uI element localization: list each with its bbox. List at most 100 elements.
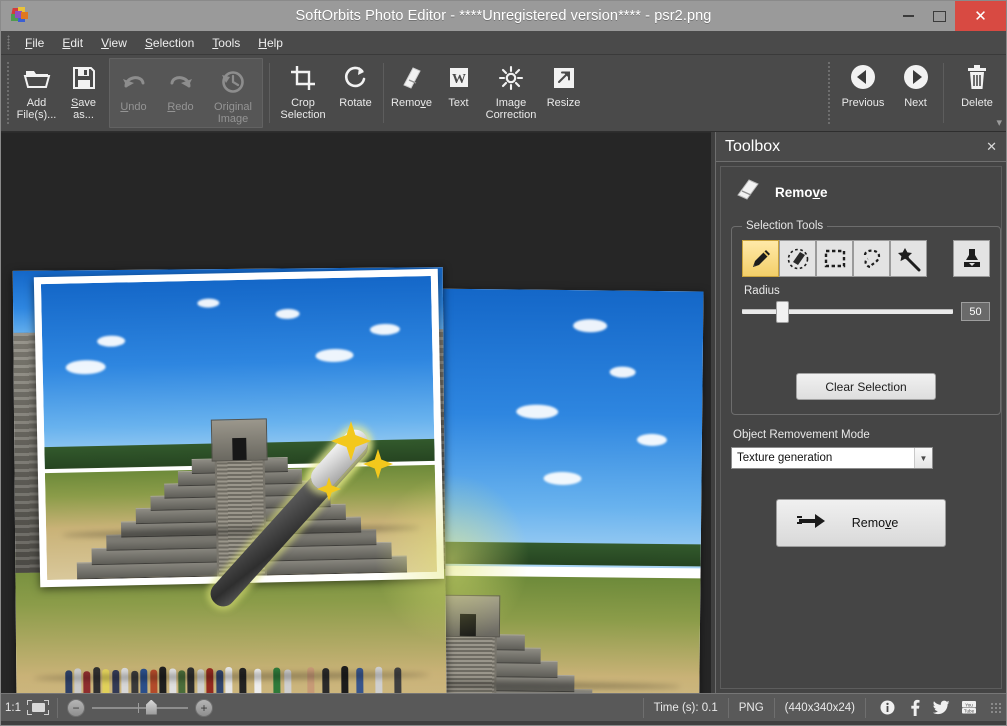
image-format-label: PNG: [728, 698, 774, 718]
zoom-slider-track[interactable]: [92, 707, 188, 709]
app-logo-icon: [6, 5, 32, 27]
zoom-in-button[interactable]: +: [195, 699, 213, 717]
text-w-icon: W: [447, 62, 471, 94]
remove-action-button[interactable]: Remove: [776, 499, 946, 547]
zoom-ratio-label[interactable]: 1:1: [5, 702, 21, 714]
radius-slider-thumb[interactable]: [776, 301, 789, 323]
radius-label: Radius: [744, 285, 990, 297]
window-title: SoftOrbits Photo Editor - ****Unregister…: [1, 8, 1006, 24]
zoom-out-button[interactable]: −: [67, 699, 85, 717]
original-image-label-1: Original: [214, 101, 252, 113]
toolbar-image-correction[interactable]: Image Correction: [482, 55, 540, 131]
selection-tool-row: [742, 240, 990, 277]
window-controls: ✕: [893, 1, 1006, 31]
radius-slider[interactable]: [742, 303, 953, 321]
youtube-icon[interactable]: You Tube: [960, 699, 977, 716]
twitter-icon[interactable]: [933, 699, 950, 716]
svg-text:Tube: Tube: [963, 708, 974, 713]
brightness-sun-icon: [497, 62, 525, 94]
toolbar-save-as[interactable]: Saveas...: [60, 55, 107, 131]
rotate-label: Rotate: [339, 97, 371, 109]
crop-label-2: Selection: [280, 109, 325, 121]
image-correction-label-1: Image: [496, 97, 527, 109]
menu-tools[interactable]: Tools: [203, 34, 249, 52]
zoom-slider-thumb[interactable]: [146, 700, 157, 715]
toolbox-header: Toolbox ✕: [716, 132, 1006, 162]
magic-wand-tool-button[interactable]: [890, 240, 927, 277]
window-resize-grip[interactable]: [990, 702, 1002, 714]
radius-row: 50: [742, 302, 990, 321]
toolbar-text[interactable]: W Text: [435, 55, 482, 131]
fit-to-window-icon[interactable]: [27, 700, 49, 715]
processing-time-label: Time (s): 0.1: [643, 698, 728, 718]
info-icon[interactable]: [879, 699, 896, 716]
stamp-tool-button[interactable]: [953, 240, 990, 277]
previous-label: Previous: [842, 97, 885, 109]
clear-selection-button[interactable]: Clear Selection: [796, 373, 936, 400]
menu-grip-handle[interactable]: [7, 35, 10, 50]
toolbar-redo[interactable]: Redo: [157, 59, 204, 127]
brush-tool-button[interactable]: [742, 240, 779, 277]
object-removement-mode-select[interactable]: Texture generation ▼: [731, 447, 933, 469]
main-toolbar: Add File(s)... Saveas...: [1, 55, 1006, 132]
toolbar-previous[interactable]: Previous: [834, 55, 892, 131]
zoom-slider-group: − +: [58, 699, 213, 717]
toolbar-grip-handle[interactable]: [6, 61, 10, 125]
add-files-label-1: Add: [27, 97, 47, 109]
toolbar-overflow-icon[interactable]: ▾: [996, 116, 1002, 129]
title-bar: SoftOrbits Photo Editor - ****Unregister…: [1, 1, 1006, 31]
crop-label-1: Crop: [291, 97, 315, 109]
image-canvas[interactable]: [1, 132, 711, 693]
menu-file[interactable]: File: [16, 34, 53, 52]
radius-value-field[interactable]: 50: [961, 302, 990, 321]
dashed-eraser-tool-button[interactable]: [779, 240, 816, 277]
menu-help[interactable]: Help: [249, 34, 292, 52]
toolbar-next[interactable]: Next: [892, 55, 939, 131]
crop-icon: [290, 62, 316, 94]
toolbar-history-group: Undo Redo O: [109, 58, 263, 128]
toolbox-body: Remove Selection Tools: [720, 166, 1002, 689]
menu-selection[interactable]: Selection: [136, 34, 203, 52]
arrow-right-icon: [797, 511, 827, 536]
redo-arrow-icon: [167, 66, 195, 98]
toolbar-add-files[interactable]: Add File(s)...: [13, 55, 60, 131]
menu-bar: File Edit View Selection Tools Help: [1, 31, 1006, 55]
open-folder-icon: [23, 62, 51, 94]
next-label: Next: [904, 97, 927, 109]
toolbox-title: Toolbox: [725, 138, 780, 156]
toolbar-crop-selection[interactable]: Crop Selection: [274, 55, 332, 131]
application-window: SoftOrbits Photo Editor - ****Unregister…: [0, 0, 1007, 726]
trash-icon: [964, 62, 990, 94]
toolbar-resize[interactable]: Resize: [540, 55, 587, 131]
rotate-icon: [343, 62, 369, 94]
object-removement-mode-label: Object Removement Mode: [733, 429, 991, 441]
toolbar-undo[interactable]: Undo: [110, 59, 157, 127]
toolbar-original-image[interactable]: Original Image: [204, 59, 262, 127]
resize-arrow-icon: [551, 62, 577, 94]
maximize-button[interactable]: [924, 1, 955, 31]
next-arrow-icon: [901, 62, 931, 94]
chevron-down-icon[interactable]: ▼: [914, 448, 932, 468]
main-body: Toolbox ✕ Remove Selection Tools: [1, 132, 1006, 693]
toolbox-close-icon[interactable]: ✕: [986, 139, 997, 155]
toolbar-grip-handle-2[interactable]: [827, 61, 831, 125]
toolbar-rotate[interactable]: Rotate: [332, 55, 379, 131]
magic-wand-overlay: [339, 433, 569, 683]
eraser-icon: [733, 177, 763, 208]
close-button[interactable]: ✕: [955, 1, 1006, 31]
menu-view[interactable]: View: [92, 34, 136, 52]
menu-edit[interactable]: Edit: [53, 34, 92, 52]
floppy-disk-icon: [71, 62, 97, 94]
add-files-label-2: File(s)...: [17, 109, 57, 121]
active-tool-header: Remove: [733, 177, 991, 208]
toolbar-remove[interactable]: Remove: [388, 55, 435, 131]
lasso-tool-button[interactable]: [853, 240, 890, 277]
toolbar-separator-2: [383, 63, 384, 123]
selection-tools-legend: Selection Tools: [742, 220, 827, 232]
minimize-button[interactable]: [893, 1, 924, 31]
object-removement-mode-value: Texture generation: [732, 452, 914, 464]
active-tool-label: Remove: [775, 185, 828, 200]
svg-text:W: W: [452, 72, 466, 87]
rectangle-select-tool-button[interactable]: [816, 240, 853, 277]
facebook-icon[interactable]: [906, 699, 923, 716]
